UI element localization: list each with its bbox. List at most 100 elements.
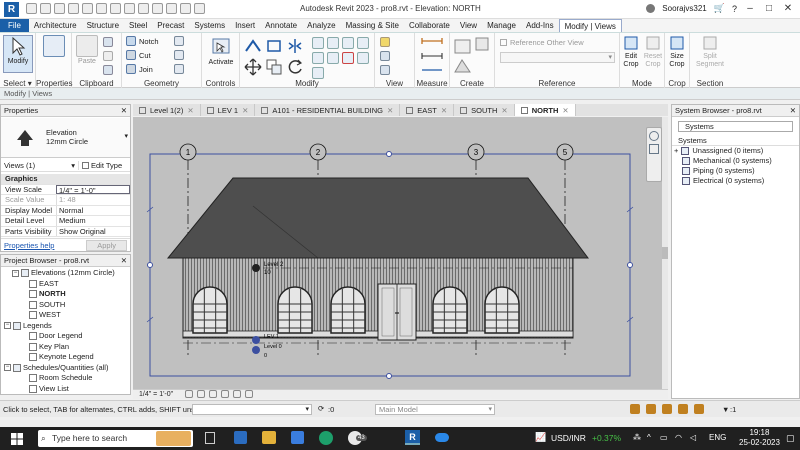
properties-help-link[interactable]: Properties help: [4, 241, 54, 250]
undo-icon[interactable]: [68, 3, 79, 14]
cart-icon[interactable]: 🛒: [714, 3, 725, 14]
scale-icon[interactable]: [312, 52, 324, 64]
3d-view-icon[interactable]: [138, 3, 149, 14]
save-icon[interactable]: [40, 3, 51, 14]
ribbon-tab-view[interactable]: View: [455, 19, 482, 32]
create-parts-icon[interactable]: [453, 36, 473, 56]
arched-window[interactable]: [277, 286, 313, 334]
ribbon-tab-analyze[interactable]: Analyze: [302, 19, 340, 32]
mirror-icon[interactable]: [286, 37, 304, 55]
visual-style-icon[interactable]: [197, 390, 206, 399]
scrollbar-thumb[interactable]: [662, 247, 668, 259]
arched-window[interactable]: [330, 286, 366, 334]
ribbon-tab-collaborate[interactable]: Collaborate: [404, 19, 455, 32]
filter-icon[interactable]: ▼: [722, 405, 729, 414]
property-row[interactable]: Detail Level Medium: [1, 216, 130, 227]
help-icon[interactable]: ?: [732, 4, 737, 14]
ribbon-tab-steel[interactable]: Steel: [124, 19, 152, 32]
match-type-icon[interactable]: [103, 65, 113, 75]
properties-button[interactable]: [42, 35, 66, 58]
lev-1-head[interactable]: [252, 336, 260, 344]
tree-item[interactable]: Room Schedule: [1, 373, 130, 384]
pin-icon[interactable]: [327, 52, 339, 64]
collapse-icon[interactable]: −: [12, 269, 19, 277]
ribbon-tab-insert[interactable]: Insert: [230, 19, 260, 32]
language-indicator[interactable]: ENG: [709, 433, 726, 442]
elevation-drawing[interactable]: 1 2 3 5 Level 2 10 LEV 1 Level 0 0: [133, 117, 668, 389]
ribbon-tab-precast[interactable]: Precast: [152, 19, 189, 32]
tree-group[interactable]: − Legends: [1, 321, 130, 332]
systems-dropdown[interactable]: Systems: [678, 121, 793, 132]
prop-value[interactable]: Normal: [56, 205, 130, 215]
people-icon[interactable]: ⁂: [633, 433, 641, 442]
arched-window[interactable]: [432, 286, 468, 334]
cut-button[interactable]: Cut: [126, 50, 151, 60]
systems-column-header[interactable]: Systems: [672, 136, 799, 146]
measure-icon[interactable]: [110, 3, 121, 14]
stock-chart-icon[interactable]: 📈: [535, 432, 546, 443]
select-by-face-icon[interactable]: [678, 404, 688, 414]
level-2-head[interactable]: [252, 264, 260, 272]
battery-icon[interactable]: ▭: [660, 433, 668, 442]
user-icon[interactable]: [646, 4, 656, 13]
switch-windows-icon[interactable]: [194, 3, 205, 14]
crop-view-icon[interactable]: [233, 390, 242, 399]
trim-icon[interactable]: [312, 37, 324, 49]
editable-icon[interactable]: ⟳: [318, 404, 324, 413]
ribbon-tab-massing-site[interactable]: Massing & Site: [341, 19, 404, 32]
edit-type-button[interactable]: Edit Type: [79, 161, 122, 170]
move-icon[interactable]: [244, 58, 262, 76]
minimize-button[interactable]: –: [744, 3, 756, 14]
expand-icon[interactable]: +: [674, 146, 678, 156]
tree-item[interactable]: Keynote Legend: [1, 352, 130, 363]
taskbar-search[interactable]: Type here to search ⌕: [38, 430, 193, 447]
apply-button[interactable]: Apply: [86, 239, 127, 251]
wall-joins-icon[interactable]: [174, 36, 184, 46]
reference-view-dropdown[interactable]: ▾: [500, 52, 615, 63]
collapse-icon[interactable]: −: [4, 322, 11, 330]
close-hidden-icon[interactable]: [180, 3, 191, 14]
maximize-button[interactable]: □: [763, 3, 775, 14]
sun-path-icon[interactable]: [209, 390, 218, 399]
thin-lines-icon[interactable]: [166, 3, 177, 14]
tree-item[interactable]: EAST: [1, 279, 130, 290]
drawing-canvas[interactable]: 1 2 3 5 Level 2 10 LEV 1 Level 0 0: [133, 117, 668, 389]
paste-button[interactable]: Paste: [74, 35, 100, 65]
ribbon-tab-systems[interactable]: Systems: [189, 19, 230, 32]
property-row[interactable]: Scale Value 1: 48: [1, 195, 130, 206]
property-row[interactable]: Display Model Normal: [1, 205, 130, 216]
size-crop-button[interactable]: Size Crop: [666, 35, 688, 69]
arched-window[interactable]: [192, 286, 228, 334]
view-scale-readout[interactable]: 1/4" = 1'-0": [139, 391, 173, 398]
view-tab[interactable]: EAST ✕: [400, 104, 455, 116]
crop-handle[interactable]: [627, 262, 633, 268]
prop-value[interactable]: Show Original: [56, 226, 130, 236]
property-row[interactable]: Parts Visibility Show Original: [1, 226, 130, 237]
roof[interactable]: [166, 177, 589, 259]
ribbon-tab-manage[interactable]: Manage: [482, 19, 521, 32]
system-item[interactable]: Mechanical (0 systems): [672, 156, 799, 166]
redo-icon[interactable]: [82, 3, 93, 14]
close-button[interactable]: ✕: [782, 3, 794, 14]
level-0-head[interactable]: [252, 346, 260, 354]
shadows-icon[interactable]: [221, 390, 230, 399]
paint-icon[interactable]: [174, 64, 184, 74]
array-icon[interactable]: [357, 37, 369, 49]
system-item[interactable]: Piping (0 systems): [672, 166, 799, 176]
type-selector[interactable]: Elevation 12mm Circle ▾: [1, 118, 130, 158]
measure-tools-icon[interactable]: [421, 36, 443, 76]
copy-element-icon[interactable]: [265, 58, 283, 76]
unpin-icon[interactable]: [342, 37, 354, 49]
revit-logo[interactable]: R: [4, 2, 19, 17]
edge-browser-icon[interactable]: [319, 431, 333, 445]
revit-taskbar-icon[interactable]: R: [405, 430, 420, 445]
crop-handle[interactable]: [386, 373, 392, 379]
ribbon-tab-add-ins[interactable]: Add-Ins: [521, 19, 559, 32]
collapse-icon[interactable]: −: [4, 364, 11, 372]
close-icon[interactable]: ✕: [441, 106, 447, 115]
chevron-up-icon[interactable]: ^: [647, 433, 651, 442]
cut-clip-icon[interactable]: [103, 51, 113, 61]
view-tab[interactable]: SOUTH ✕: [454, 104, 515, 116]
prop-value[interactable]: Medium: [56, 216, 130, 226]
view-tab[interactable]: A101 - RESIDENTIAL BUILDING ✕: [255, 104, 401, 116]
